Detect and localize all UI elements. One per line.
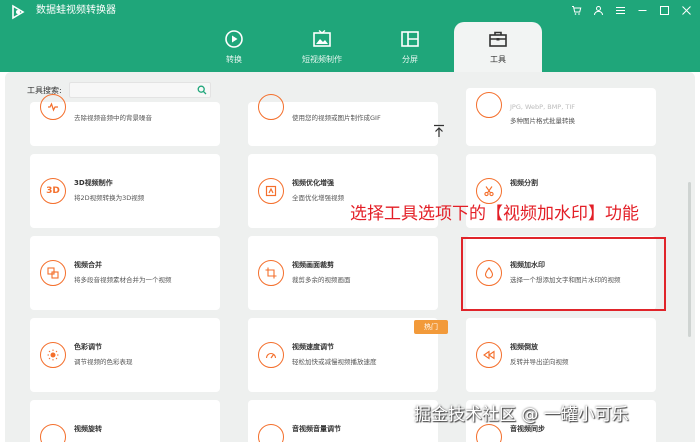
- merge-icon: [40, 260, 66, 286]
- card-desc: 裁剪多余的视频画面: [292, 276, 351, 284]
- app-logo-icon: [12, 4, 25, 20]
- tab-split-screen[interactable]: 分屏: [366, 22, 454, 72]
- convert-icon: [223, 28, 245, 50]
- card-title: 视频分割: [510, 179, 538, 187]
- search-icon[interactable]: [197, 85, 207, 95]
- app-title: 数据蛙视频转换器: [36, 5, 116, 16]
- card-title: 3D视频制作: [74, 179, 113, 187]
- tool-card-rotate[interactable]: 视频旋转: [30, 400, 220, 442]
- toolbox-icon: [487, 28, 509, 50]
- tab-label: 转换: [226, 55, 242, 64]
- card-title: 视频合并: [74, 261, 102, 269]
- image-convert-icon: [476, 92, 502, 118]
- tool-card-denoise[interactable]: 去除视频音频中的背景噪音: [30, 94, 220, 146]
- enhance-icon: [258, 178, 284, 204]
- card-title: 色彩调节: [74, 343, 102, 351]
- card-title: 视频优化增强: [292, 179, 334, 187]
- rotate-icon: [40, 424, 66, 442]
- color-icon: [40, 342, 66, 368]
- tab-label: 工具: [490, 55, 506, 64]
- user-icon[interactable]: [590, 2, 606, 18]
- speed-icon: [258, 342, 284, 368]
- tab-label: 分屏: [402, 55, 418, 64]
- card-desc: 将多段音视频素材合并为一个视频: [74, 276, 172, 284]
- card-desc: 全面优化增强视频: [292, 194, 344, 202]
- minimize-icon[interactable]: [634, 2, 650, 18]
- split-screen-icon: [399, 28, 421, 50]
- tool-card-gif[interactable]: 使用您的视频或图片制作成GIF: [248, 94, 438, 146]
- card-desc: 使用您的视频或图片制作成GIF: [292, 114, 381, 122]
- watermark-text: 掘金技术社区 @ 一罐小可乐: [414, 405, 629, 425]
- close-icon[interactable]: [678, 2, 694, 18]
- card-desc: 轻松加快或减慢视频播放速度: [292, 358, 377, 366]
- card-title: 音视频音量调节: [292, 425, 341, 433]
- annotation-text: 选择工具选项下的【视频加水印】功能: [350, 204, 639, 224]
- highlight-box: [461, 237, 666, 311]
- card-title: 视频倒放: [510, 343, 538, 351]
- tool-card-volume[interactable]: 音视频音量调节: [248, 400, 438, 442]
- card-title: 视频速度调节: [292, 343, 334, 351]
- card-title: 视频画面裁剪: [292, 261, 334, 269]
- header: 数据蛙视频转换器 转换 短视频制作 分屏 工具: [0, 0, 700, 72]
- card-formats: JPG, WebP, BMP, TIF: [510, 103, 575, 111]
- back-to-top-icon[interactable]: [433, 124, 445, 138]
- card-title: 音视频同步: [510, 425, 545, 433]
- noise-icon: [40, 94, 66, 120]
- card-desc: 反转并导出逆向视频: [510, 358, 569, 366]
- gif-icon: [258, 94, 284, 120]
- tool-card-reverse[interactable]: 视频倒放 反转并导出逆向视频: [466, 318, 656, 392]
- tool-card-3d[interactable]: 3D 3D视频制作 将2D视频转换为3D视频: [30, 154, 220, 228]
- volume-icon: [258, 424, 284, 442]
- maximize-icon[interactable]: [656, 2, 672, 18]
- hot-badge: 热门: [414, 320, 448, 334]
- 3d-icon: 3D: [40, 178, 66, 204]
- tab-label: 短视频制作: [302, 55, 342, 64]
- window-controls: [568, 2, 694, 18]
- tool-card-crop[interactable]: 视频画面裁剪 裁剪多余的视频画面: [248, 236, 438, 310]
- search-input[interactable]: [69, 82, 211, 98]
- card-desc: 调节视频的色彩表现: [74, 358, 133, 366]
- main-tabs: 转换 短视频制作 分屏 工具: [190, 22, 542, 72]
- tool-card-image-convert[interactable]: JPG, WebP, BMP, TIF 多种图片格式批量转换: [466, 88, 656, 146]
- card-title: 视频旋转: [74, 425, 102, 433]
- scrollbar[interactable]: [688, 182, 691, 337]
- menu-icon[interactable]: [612, 2, 628, 18]
- crop-icon: [258, 260, 284, 286]
- tab-convert[interactable]: 转换: [190, 22, 278, 72]
- cart-icon[interactable]: [568, 2, 584, 18]
- card-desc: 多种图片格式批量转换: [510, 117, 575, 125]
- tab-tools[interactable]: 工具: [454, 22, 542, 72]
- tool-card-color[interactable]: 色彩调节 调节视频的色彩表现: [30, 318, 220, 392]
- sync-icon: [476, 424, 502, 442]
- card-desc: 将2D视频转换为3D视频: [74, 194, 145, 202]
- tool-card-speed[interactable]: 视频速度调节 轻松加快或减慢视频播放速度: [248, 318, 438, 392]
- short-video-icon: [311, 28, 333, 50]
- card-desc: 去除视频音频中的背景噪音: [74, 114, 152, 122]
- reverse-icon: [476, 342, 502, 368]
- tab-short-video[interactable]: 短视频制作: [278, 22, 366, 72]
- tool-card-merge[interactable]: 视频合并 将多段音视频素材合并为一个视频: [30, 236, 220, 310]
